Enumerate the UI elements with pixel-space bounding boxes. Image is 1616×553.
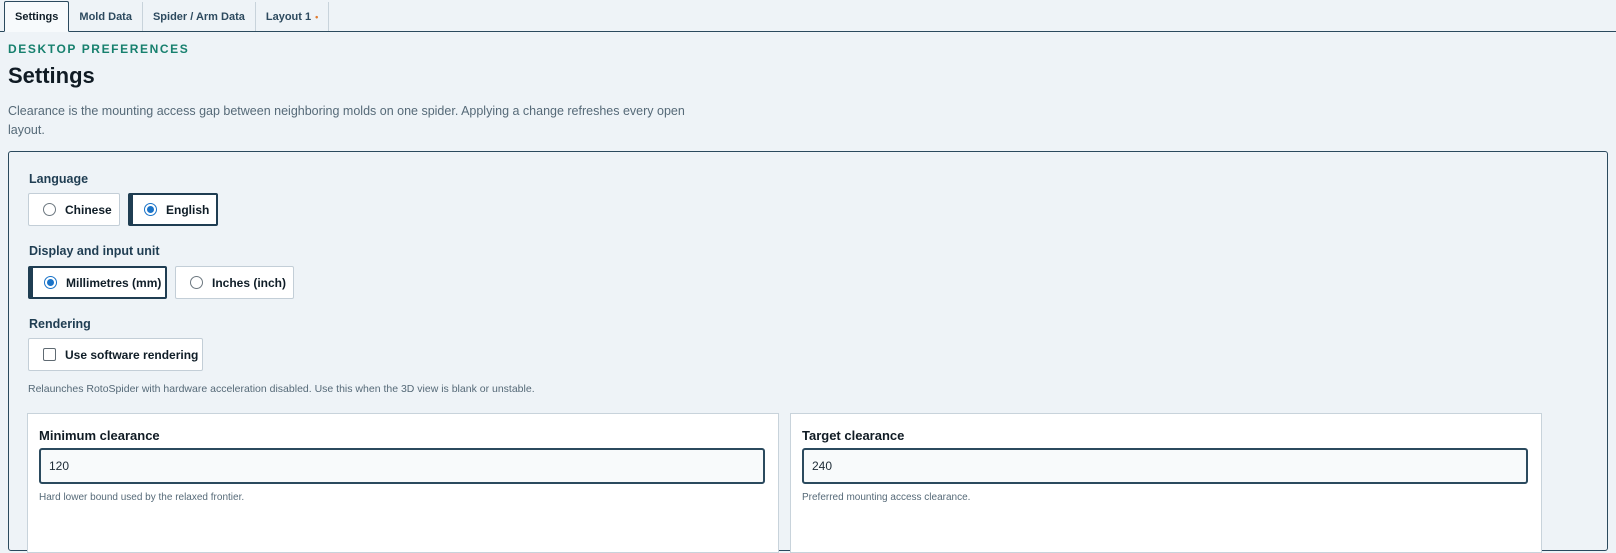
target-clearance-input[interactable] xyxy=(802,448,1528,484)
unsaved-dot-icon: • xyxy=(315,11,319,22)
tab-label: Mold Data xyxy=(79,10,132,23)
tab-bar: Settings Mold Data Spider / Arm Data Lay… xyxy=(0,0,1616,32)
option-label: Millimetres (mm) xyxy=(66,275,162,290)
tab-spider-arm-data[interactable]: Spider / Arm Data xyxy=(143,2,256,31)
unit-label: Display and input unit xyxy=(29,244,160,258)
section-eyebrow: DESKTOP PREFERENCES xyxy=(8,42,190,56)
minimum-clearance-title: Minimum clearance xyxy=(39,428,160,443)
settings-panel: Language Chinese English Display and inp… xyxy=(8,151,1608,553)
tab-settings[interactable]: Settings xyxy=(4,1,70,32)
language-option-chinese[interactable]: Chinese xyxy=(28,193,120,226)
radio-selected-icon xyxy=(144,203,157,216)
target-clearance-card: Target clearance Preferred mounting acce… xyxy=(790,413,1542,553)
tab-label: Settings xyxy=(15,10,59,23)
target-clearance-help: Preferred mounting access clearance. xyxy=(802,492,971,503)
option-label: Chinese xyxy=(65,202,112,217)
minimum-clearance-input[interactable] xyxy=(39,448,765,484)
minimum-clearance-help: Hard lower bound used by the relaxed fro… xyxy=(39,492,245,503)
software-rendering-checkbox[interactable]: Use software rendering xyxy=(28,338,203,371)
radio-selected-icon xyxy=(44,276,57,289)
radio-unselected-icon xyxy=(43,203,56,216)
radio-unselected-icon xyxy=(190,276,203,289)
tab-label: Layout 1 xyxy=(265,10,312,23)
option-label: Inches (inch) xyxy=(212,275,287,290)
page-title: Settings xyxy=(8,63,95,88)
tab-label: Spider / Arm Data xyxy=(152,10,245,23)
tab-layout-1[interactable]: Layout 1 • xyxy=(256,2,330,31)
language-option-english[interactable]: English xyxy=(128,193,218,226)
minimum-clearance-card: Minimum clearance Hard lower bound used … xyxy=(27,413,779,553)
rendering-help-text: Relaunches RotoSpider with hardware acce… xyxy=(28,383,535,395)
target-clearance-title: Target clearance xyxy=(802,428,905,443)
tab-mold-data[interactable]: Mold Data xyxy=(69,2,143,31)
unit-option-inch[interactable]: Inches (inch) xyxy=(175,266,294,299)
intro-text: Clearance is the mounting access gap bet… xyxy=(8,104,685,137)
checkbox-icon xyxy=(43,348,56,361)
language-label: Language xyxy=(29,172,89,186)
option-label: English xyxy=(166,202,210,217)
rendering-label: Rendering xyxy=(29,317,91,331)
checkbox-label: Use software rendering xyxy=(65,347,199,362)
unit-option-mm[interactable]: Millimetres (mm) xyxy=(28,266,167,299)
